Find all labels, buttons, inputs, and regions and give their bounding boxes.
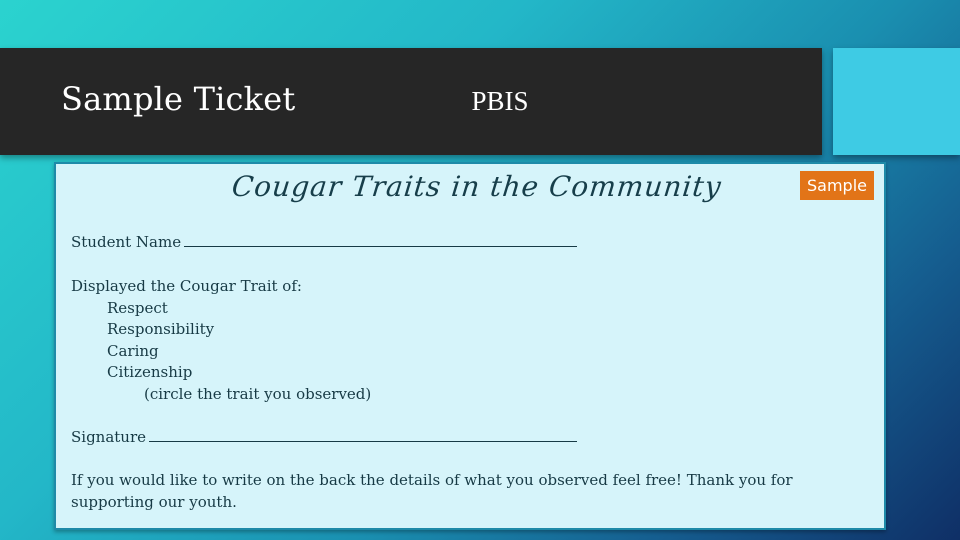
student-name-label: Student Name	[71, 233, 182, 251]
footer-text: If you would like to write on the back t…	[71, 471, 793, 511]
trait-item: Respect	[107, 298, 168, 317]
pbis-label: PBIS	[471, 86, 529, 116]
traits-section: Displayed the Cougar Trait of: Respect R…	[71, 276, 371, 405]
traits-intro: Displayed the Cougar Trait of:	[71, 277, 302, 295]
student-name-row: Student Name	[71, 232, 578, 251]
signature-blank	[149, 427, 578, 442]
trait-item: Caring	[107, 341, 159, 360]
sample-ticket: Cougar Traits in the Community Sample St…	[54, 162, 886, 530]
signature-row: Signature	[71, 427, 578, 446]
trait-item: Citizenship	[107, 363, 193, 381]
ticket-heading: Cougar Traits in the Community	[230, 170, 724, 203]
student-name-blank	[184, 232, 578, 247]
sample-badge: Sample	[800, 171, 874, 200]
traits-instruction: (circle the trait you observed)	[144, 384, 372, 403]
signature-label: Signature	[71, 428, 147, 446]
trait-item: Responsibility	[107, 320, 215, 338]
